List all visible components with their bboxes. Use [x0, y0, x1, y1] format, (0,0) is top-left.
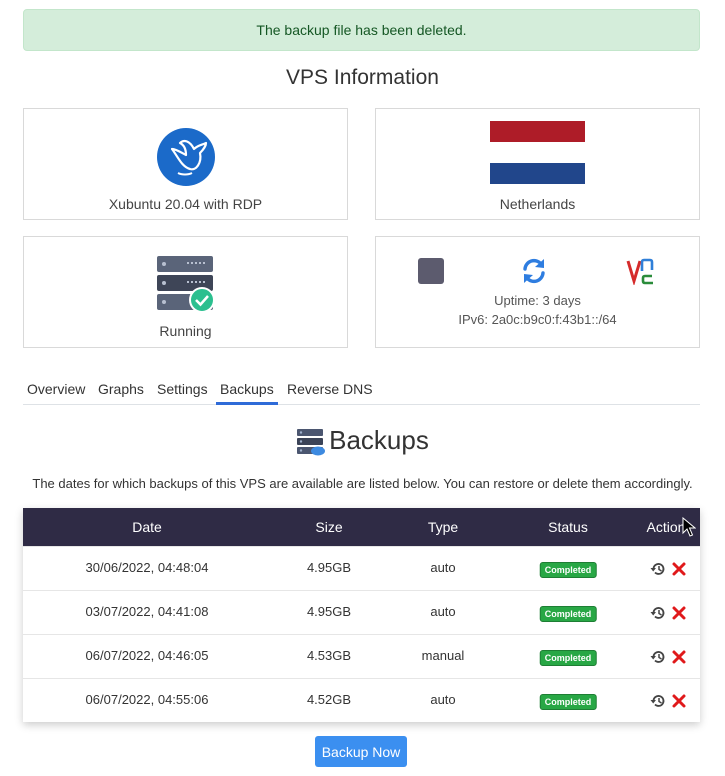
col-action: Action	[646, 519, 686, 535]
col-type: Type	[427, 519, 459, 535]
status-badge: Completed	[539, 694, 597, 710]
delete-icon[interactable]	[671, 605, 687, 621]
uptime-label: Uptime:	[494, 293, 539, 308]
ipv6-text: IPv6: 2a0c:b9c0:f:43b1::/64	[376, 312, 699, 327]
row-size: 4.95GB	[306, 604, 352, 619]
tab-overview[interactable]: Overview	[27, 381, 85, 397]
backup-server-icon	[297, 428, 326, 455]
backup-now-button[interactable]: Backup Now	[315, 736, 407, 767]
delete-icon[interactable]	[671, 693, 687, 709]
success-alert: The backup file has been deleted.	[23, 9, 700, 51]
row-size: 4.95GB	[306, 560, 352, 575]
location-label: Netherlands	[499, 196, 576, 212]
backups-description: The dates for which backups of this VPS …	[32, 476, 693, 491]
vps-tabs: Overview Graphs Settings Backups Reverse…	[23, 370, 700, 405]
restore-icon[interactable]	[650, 649, 666, 665]
backups-table: Date Size Type Status Action 30/06/2022,…	[23, 508, 700, 722]
backups-title: Backups	[329, 425, 429, 455]
table-row: 06/07/2022, 04:55:06 4.52GB auto Complet…	[23, 678, 700, 722]
col-date: Date	[132, 519, 162, 535]
delete-icon[interactable]	[671, 561, 687, 577]
uptime-value: 3 days	[542, 293, 581, 308]
col-status: Status	[548, 519, 588, 535]
netherlands-flag-icon	[490, 121, 585, 184]
col-size: Size	[315, 519, 343, 535]
row-type: auto	[430, 604, 456, 619]
row-date: 30/06/2022, 04:48:04	[85, 560, 209, 575]
xubuntu-logo-icon	[157, 128, 215, 186]
table-row: 03/07/2022, 04:41:08 4.95GB auto Complet…	[23, 590, 700, 634]
row-date: 03/07/2022, 04:41:08	[85, 604, 209, 619]
table-row: 06/07/2022, 04:46:05 4.53GB manual Compl…	[23, 634, 700, 678]
server-running-icon	[157, 256, 215, 313]
ipv6-label: IPv6:	[458, 312, 488, 327]
row-date: 06/07/2022, 04:46:05	[85, 648, 209, 663]
alert-message: The backup file has been deleted.	[256, 22, 467, 38]
tab-settings[interactable]: Settings	[157, 381, 208, 397]
tab-backups[interactable]: Backups	[216, 381, 278, 405]
os-label: Xubuntu 20.04 with RDP	[108, 196, 263, 212]
controls-card: Uptime: 3 days IPv6: 2a0c:b9c0:f:43b1::/…	[375, 236, 700, 348]
row-type: auto	[430, 560, 456, 575]
vnc-console-icon[interactable]	[626, 257, 656, 285]
delete-icon[interactable]	[671, 649, 687, 665]
table-row: 30/06/2022, 04:48:04 4.95GB auto Complet…	[23, 546, 700, 590]
tab-graphs[interactable]: Graphs	[98, 381, 144, 397]
reboot-icon[interactable]	[519, 256, 549, 286]
location-card: Netherlands	[375, 108, 700, 220]
status-badge: Completed	[539, 562, 597, 578]
row-type: auto	[430, 692, 456, 707]
status-label: Running	[159, 323, 212, 339]
row-date: 06/07/2022, 04:55:06	[85, 692, 209, 707]
restore-icon[interactable]	[650, 605, 666, 621]
stop-icon[interactable]	[418, 258, 444, 284]
mouse-cursor-icon	[682, 517, 696, 537]
os-card: Xubuntu 20.04 with RDP	[23, 108, 348, 220]
row-size: 4.52GB	[306, 692, 352, 707]
row-type: manual	[421, 648, 465, 663]
status-badge: Completed	[539, 606, 597, 622]
ipv6-value: 2a0c:b9c0:f:43b1::/64	[491, 312, 617, 327]
restore-icon[interactable]	[650, 693, 666, 709]
tab-reverse-dns[interactable]: Reverse DNS	[287, 381, 373, 397]
backups-heading: Backups	[0, 425, 725, 456]
table-header: Date Size Type Status Action	[23, 508, 700, 546]
uptime-text: Uptime: 3 days	[376, 293, 699, 308]
row-size: 4.53GB	[306, 648, 352, 663]
restore-icon[interactable]	[650, 561, 666, 577]
status-card: Running	[23, 236, 348, 348]
page-title: VPS Information	[286, 66, 439, 89]
status-badge: Completed	[539, 650, 597, 666]
